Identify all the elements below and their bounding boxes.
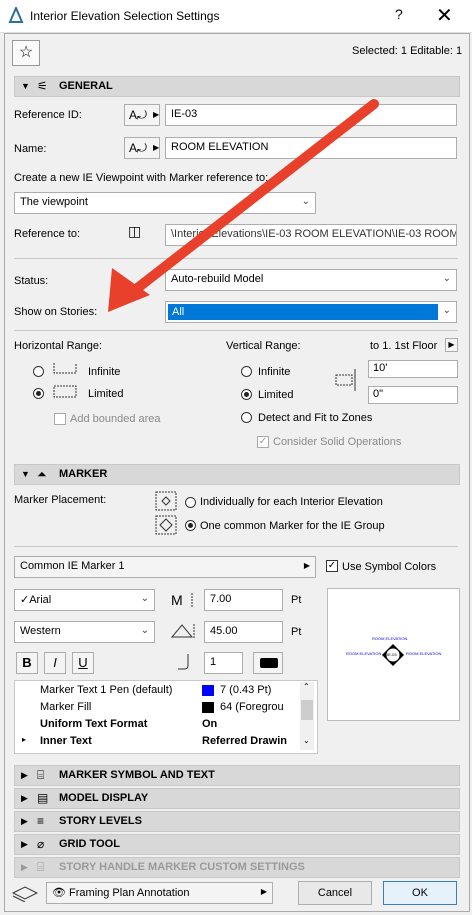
annotation-arrow (108, 99, 379, 312)
